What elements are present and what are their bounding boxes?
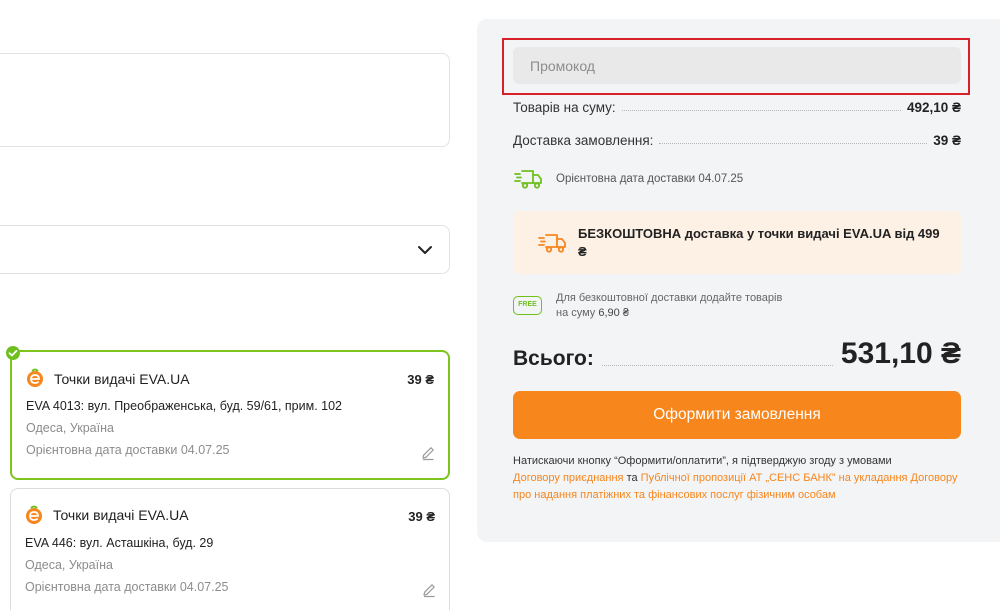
terms-notice: Натискаючи кнопку “Оформити/оплатити”, я…: [513, 455, 958, 501]
dotted-leader: [621, 110, 901, 111]
pickup-address: EVA 4013: вул. Преображенська, буд. 59/6…: [26, 399, 343, 413]
goods-total-row: Товарів на суму: 492,10 ₴: [513, 97, 961, 115]
pickup-city: Одеса, Україна: [26, 421, 114, 435]
goods-total-value: 492,10 ₴: [906, 100, 961, 115]
eva-logo-icon: [27, 368, 43, 387]
delivery-cost-row: Доставка замовлення: 39 ₴: [513, 130, 961, 148]
pickup-address: EVA 446: вул. Асташкіна, буд. 29: [25, 536, 214, 550]
checkmark-icon: [6, 346, 20, 360]
grand-total-label: Всього:: [513, 347, 594, 370]
pickup-eta: Орієнтовна дата доставки 04.07.25: [25, 580, 229, 594]
accession-agreement-link[interactable]: Договору приєднання: [513, 472, 624, 484]
place-order-button[interactable]: Оформити замовлення: [513, 391, 961, 439]
grand-total-value: 531,10 ₴: [840, 337, 961, 370]
free-delivery-text: БЕЗКОШТОВНА доставка у точки видачі EVA.…: [578, 226, 940, 259]
free-hint-line2: на суму 6,90 ₴: [556, 307, 629, 319]
city-select[interactable]: [0, 225, 450, 274]
free-delivery-banner: БЕЗКОШТОВНА доставка у точки видачі EVA.…: [513, 211, 961, 274]
pickup-point-card-selected[interactable]: Точки видачі EVA.UA 39 ₴ EVA 4013: вул. …: [6, 346, 450, 480]
grand-total-row: Всього: 531,10 ₴: [513, 336, 961, 372]
pickup-title: Точки видачі EVA.UA: [53, 507, 189, 523]
terms-text: Натискаючи кнопку “Оформити/оплатити”, я…: [513, 455, 892, 467]
delivery-truck-icon: [514, 170, 542, 189]
pickup-eta: Орієнтовна дата доставки 04.07.25: [26, 443, 230, 457]
form-field-box[interactable]: [0, 53, 450, 147]
delivery-eta-row: Орієнтовна дата доставки 04.07.25: [513, 167, 743, 191]
dotted-leader: [601, 365, 833, 366]
free-badge-icon: FREE: [513, 296, 542, 315]
delivery-eta-text: Орієнтовна дата доставки 04.07.25: [556, 173, 744, 185]
dotted-leader: [659, 143, 928, 144]
pencil-icon[interactable]: [421, 582, 437, 598]
goods-total-label: Товарів на суму:: [513, 100, 616, 115]
pencil-icon[interactable]: [420, 445, 436, 461]
delivery-cost-value: 39 ₴: [933, 133, 961, 148]
eva-logo-icon: [26, 505, 42, 524]
promo-code-input[interactable]: [513, 47, 961, 84]
chevron-down-icon: [418, 246, 432, 254]
remaining-amount: 6,90 ₴: [598, 307, 629, 319]
delivery-cost-label: Доставка замовлення:: [513, 133, 654, 148]
pickup-price: 39 ₴: [408, 509, 435, 524]
pickup-price: 39 ₴: [407, 372, 434, 387]
pickup-point-card[interactable]: Точки видачі EVA.UA 39 ₴ EVA 446: вул. А…: [10, 488, 450, 610]
pickup-city: Одеса, Україна: [25, 558, 113, 572]
delivery-truck-icon: [538, 234, 566, 253]
pickup-title: Точки видачі EVA.UA: [54, 371, 190, 387]
free-hint-line1: Для безкоштовної доставки додайте товарі…: [556, 292, 783, 304]
